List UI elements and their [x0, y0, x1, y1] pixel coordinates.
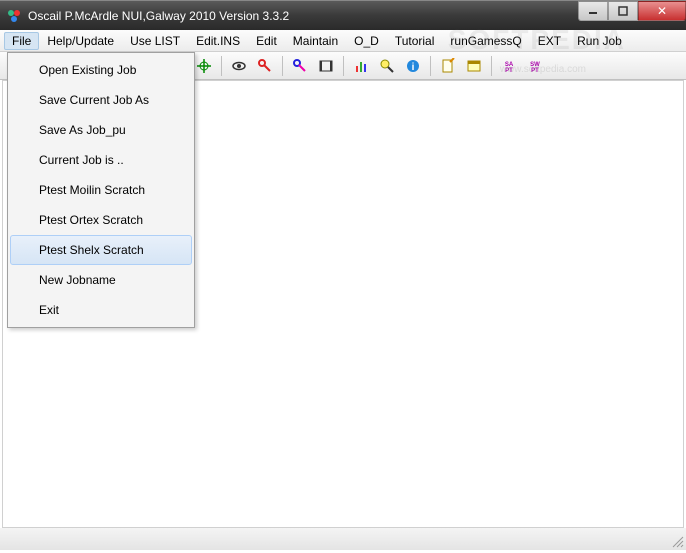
file-save-job-pu[interactable]: Save As Job_pu — [10, 115, 192, 145]
info-icon[interactable]: i — [401, 55, 425, 77]
file-open-existing[interactable]: Open Existing Job — [10, 55, 192, 85]
svg-text:PT: PT — [505, 68, 513, 74]
menu-rungamessq[interactable]: runGamessQ — [442, 32, 529, 50]
window-controls: ✕ — [578, 1, 686, 21]
file-ptest-moilin[interactable]: Ptest Moilin Scratch — [10, 175, 192, 205]
close-button[interactable]: ✕ — [638, 1, 686, 21]
maximize-button[interactable] — [608, 1, 638, 21]
file-new-jobname[interactable]: New Jobname — [10, 265, 192, 295]
app-icon — [6, 8, 22, 24]
window-icon[interactable] — [462, 55, 486, 77]
titlebar: Oscail P.McArdle NUI,Galway 2010 Version… — [0, 0, 686, 30]
swpt-icon[interactable]: SWPT — [523, 55, 547, 77]
menu-od[interactable]: O_D — [346, 32, 387, 50]
menu-file[interactable]: File — [4, 32, 39, 50]
film-icon[interactable] — [314, 55, 338, 77]
menubar: File Help/Update Use LIST Edit.INS Edit … — [0, 30, 686, 52]
key-red-icon[interactable] — [253, 55, 277, 77]
edit-doc-icon[interactable] — [436, 55, 460, 77]
menu-maintain[interactable]: Maintain — [285, 32, 346, 50]
menu-help-update[interactable]: Help/Update — [39, 32, 122, 50]
menu-tutorial[interactable]: Tutorial — [387, 32, 443, 50]
menu-ext[interactable]: EXT — [530, 32, 569, 50]
eye-icon[interactable] — [227, 55, 251, 77]
svg-text:i: i — [412, 62, 415, 73]
menu-edit[interactable]: Edit — [248, 32, 285, 50]
file-exit[interactable]: Exit — [10, 295, 192, 325]
file-current-job[interactable]: Current Job is .. — [10, 145, 192, 175]
resize-grip[interactable] — [670, 534, 684, 548]
window-title: Oscail P.McArdle NUI,Galway 2010 Version… — [28, 9, 289, 23]
statusbar — [0, 528, 686, 550]
chart-icon[interactable] — [349, 55, 373, 77]
menu-edit-ins[interactable]: Edit.INS — [188, 32, 248, 50]
file-ptest-shelx[interactable]: Ptest Shelx Scratch — [10, 235, 192, 265]
file-save-as[interactable]: Save Current Job As — [10, 85, 192, 115]
minimize-button[interactable] — [578, 1, 608, 21]
menu-run-job[interactable]: Run Job — [569, 32, 630, 50]
file-dropdown: Open Existing Job Save Current Job As Sa… — [7, 52, 195, 328]
file-ptest-ortex[interactable]: Ptest Ortex Scratch — [10, 205, 192, 235]
sapt-a-icon[interactable]: SAPT — [497, 55, 521, 77]
crosshair-icon[interactable] — [192, 55, 216, 77]
svg-text:PT: PT — [531, 68, 539, 74]
magnify-icon[interactable] — [375, 55, 399, 77]
menu-use-list[interactable]: Use LIST — [122, 32, 188, 50]
key-blue-icon[interactable] — [288, 55, 312, 77]
